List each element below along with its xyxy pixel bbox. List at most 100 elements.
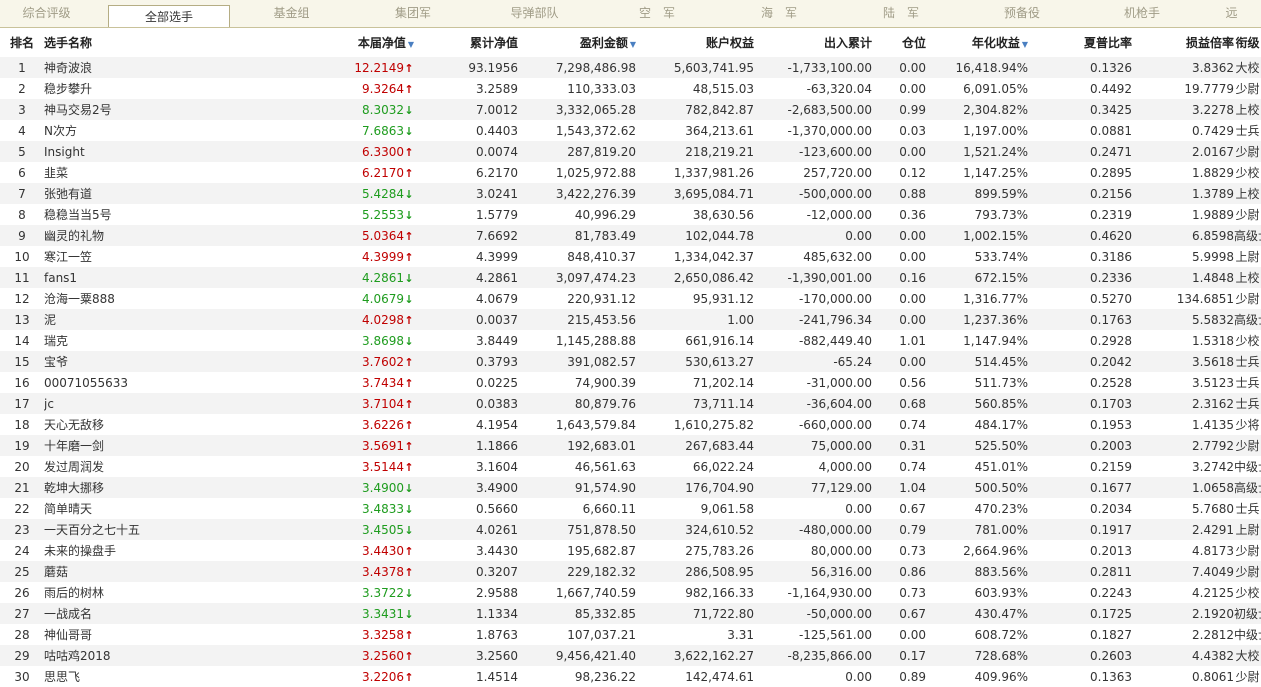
table-row[interactable]: 4N次方 7.6863 0.44031,543,372.62364,213.61-1… (0, 120, 1261, 141)
sort-down-icon[interactable]: ▼ (1022, 40, 1028, 49)
table-row[interactable]: 20发过周润发 3.5144 3.160446,561.6366,022.244,0… (0, 456, 1261, 477)
table-row[interactable]: 14瑞克 3.8698 3.84491,145,288.88661,916.14-8… (0, 330, 1261, 351)
player-name[interactable]: 天心无敌移 (44, 414, 200, 435)
tab-item[interactable]: 预备役 (962, 0, 1082, 27)
arrow-up-icon (404, 230, 414, 243)
player-name[interactable]: 乾坤大挪移 (44, 477, 200, 498)
col-rank[interactable]: 排名 (0, 28, 44, 57)
player-name[interactable]: 泥 (44, 309, 200, 330)
player-name[interactable]: 一战成名 (44, 603, 200, 624)
col-equity[interactable]: 账户权益 (636, 28, 754, 57)
cum-cell: 3.2589 (414, 78, 518, 99)
tab-item[interactable]: 机枪手 (1082, 0, 1202, 27)
player-name[interactable]: 咕咕鸡2018 (44, 645, 200, 666)
player-name[interactable]: 一天百分之七十五 (44, 519, 200, 540)
player-name[interactable]: 十年磨一剑 (44, 435, 200, 456)
col-plr[interactable]: 损益倍率 (1132, 28, 1234, 57)
tab-item[interactable]: 导弹部队 (473, 0, 596, 27)
profit-cell: 229,182.32 (518, 561, 636, 582)
table-row[interactable]: 3神马交易2号 8.3032 7.00123,332,065.28782,842.8… (0, 99, 1261, 120)
table-row[interactable]: 28神仙哥哥 3.3258 1.8763107,037.213.31-125,561… (0, 624, 1261, 645)
col-annual[interactable]: 年化收益 ▼ (926, 28, 1028, 57)
player-name[interactable]: 简单晴天 (44, 498, 200, 519)
table-row[interactable]: 15宝爷 3.7602 0.3793391,082.57530,613.27-65.… (0, 351, 1261, 372)
table-row[interactable]: 2稳步攀升 9.3264 3.2589110,333.0348,515.03-63,… (0, 78, 1261, 99)
col-profit[interactable]: 盈利金额 ▼ (518, 28, 636, 57)
table-row[interactable]: 17jc 3.7104 0.038380,879.7673,711.14-36,60… (0, 393, 1261, 414)
table-row[interactable]: 1600071055633 3.7434 0.022574,900.3971,202… (0, 372, 1261, 393)
col-nav[interactable]: 本届净值 ▼ (200, 28, 414, 57)
player-name[interactable]: 稳稳当当5号 (44, 204, 200, 225)
nav-cell: 3.5144 (200, 456, 414, 477)
col-cum[interactable]: 累计净值 (414, 28, 518, 57)
title-cell: 大校 (1234, 645, 1261, 666)
tab-item[interactable]: 空 军 (596, 0, 718, 27)
player-name[interactable]: 张弛有道 (44, 183, 200, 204)
player-name[interactable]: 蘑菇 (44, 561, 200, 582)
player-name[interactable]: 思思飞 (44, 666, 200, 687)
player-name[interactable]: Insight (44, 141, 200, 162)
table-row[interactable]: 18天心无敌移 3.6226 4.19541,643,579.841,610,275… (0, 414, 1261, 435)
tab-item[interactable]: 陆 军 (840, 0, 962, 27)
player-name[interactable]: 沧海一粟888 (44, 288, 200, 309)
table-row[interactable]: 25蘑菇 3.4378 0.3207229,182.32286,508.9556,3… (0, 561, 1261, 582)
tab-item[interactable]: 远 (1202, 0, 1261, 27)
pos-cell: 0.00 (872, 246, 926, 267)
player-name[interactable]: N次方 (44, 120, 200, 141)
player-name[interactable]: 宝爷 (44, 351, 200, 372)
nav-value: 6.2170 (362, 165, 404, 180)
table-row[interactable]: 12沧海一粟8884.06794.0679220,931.1295,931.12… (0, 288, 1261, 309)
table-row[interactable]: 26雨后的树林 3.3722 2.95881,667,740.59982,166.3… (0, 582, 1261, 603)
table-row[interactable]: 1神奇波浪 12.2149 93.19567,298,486.985,603,741… (0, 57, 1261, 78)
player-name[interactable]: 神马交易2号 (44, 99, 200, 120)
arrow-up-icon (404, 671, 414, 684)
player-name[interactable]: 寒江一笠 (44, 246, 200, 267)
player-name[interactable]: 稳步攀升 (44, 78, 200, 99)
table-row[interactable]: 23一天百分之七十五 3.4505 4.0261751,878.50324,610.… (0, 519, 1261, 540)
tab-item[interactable]: 海 军 (718, 0, 840, 27)
player-name[interactable]: 未来的操盘手 (44, 540, 200, 561)
player-name[interactable]: 神仙哥哥 (44, 624, 200, 645)
table-row[interactable]: 8稳稳当当5号 5.2553 1.577940,996.2938,630.56-12… (0, 204, 1261, 225)
player-name[interactable]: fans1 (44, 267, 200, 288)
title-cell: 少尉 (1234, 666, 1261, 687)
table-row[interactable]: 5Insight 6.3300 0.0074287,819.20218,219.21… (0, 141, 1261, 162)
player-name[interactable]: 00071055633 (44, 372, 200, 393)
arrow-down-icon (404, 188, 414, 201)
player-name[interactable]: 神奇波浪 (44, 57, 200, 78)
tab-item[interactable]: 基金组 (230, 0, 353, 27)
table-row[interactable]: 22简单晴天3.48330.56606,660.119,061.580.000.… (0, 498, 1261, 519)
player-name[interactable]: jc (44, 393, 200, 414)
plr-cell: 1.4135 (1132, 414, 1234, 435)
table-row[interactable]: 6韭菜6.21706.21701,025,972.881,337,981.262… (0, 162, 1261, 183)
nav-cell: 6.2170 (200, 162, 414, 183)
table-row[interactable]: 13泥 4.0298 0.0037215,453.561.00-241,796.34… (0, 309, 1261, 330)
table-row[interactable]: 27一战成名 3.3431 1.133485,332.8571,722.80-50,… (0, 603, 1261, 624)
tab-item[interactable]: 综合评级 (0, 0, 93, 27)
table-row[interactable]: 24未来的操盘手3.44303.4430195,682.87275,783.26… (0, 540, 1261, 561)
sort-down-icon[interactable]: ▼ (408, 40, 414, 49)
player-name[interactable]: 发过周润发 (44, 456, 200, 477)
col-pos[interactable]: 仓位 (872, 28, 926, 57)
table-row[interactable]: 11fans14.28614.28613,097,474.232,650,086… (0, 267, 1261, 288)
tab-item[interactable]: 集团军 (353, 0, 473, 27)
table-row[interactable]: 19十年磨一剑 3.5691 1.1866192,683.01267,683.447… (0, 435, 1261, 456)
player-name[interactable]: 韭菜 (44, 162, 200, 183)
pos-cell: 0.17 (872, 645, 926, 666)
tab-item[interactable]: 全部选手 (108, 5, 230, 27)
table-row[interactable]: 10寒江一笠4.39994.3999848,410.371,334,042.37… (0, 246, 1261, 267)
table-row[interactable]: 21乾坤大挪移3.49003.490091,574.90176,704.9077… (0, 477, 1261, 498)
table-row[interactable]: 30思思飞 3.2206 1.451498,236.22142,474.610.00… (0, 666, 1261, 687)
table-row[interactable]: 29咕咕鸡20183.25603.25609,456,421.403,622,1… (0, 645, 1261, 666)
rank-cell: 10 (0, 246, 44, 267)
col-flow[interactable]: 出入累计 (754, 28, 872, 57)
player-name[interactable]: 雨后的树林 (44, 582, 200, 603)
col-title[interactable]: 衔级 (1234, 28, 1261, 57)
table-row[interactable]: 7张弛有道 5.4284 3.02413,422,276.393,695,084.7… (0, 183, 1261, 204)
player-name[interactable]: 幽灵的礼物 (44, 225, 200, 246)
player-name[interactable]: 瑞克 (44, 330, 200, 351)
col-name[interactable]: 选手名称 (44, 28, 200, 57)
table-row[interactable]: 9幽灵的礼物5.03647.669281,783.49102,044.780.0… (0, 225, 1261, 246)
col-sharpe[interactable]: 夏普比率 (1028, 28, 1132, 57)
sort-down-icon[interactable]: ▼ (630, 40, 636, 49)
